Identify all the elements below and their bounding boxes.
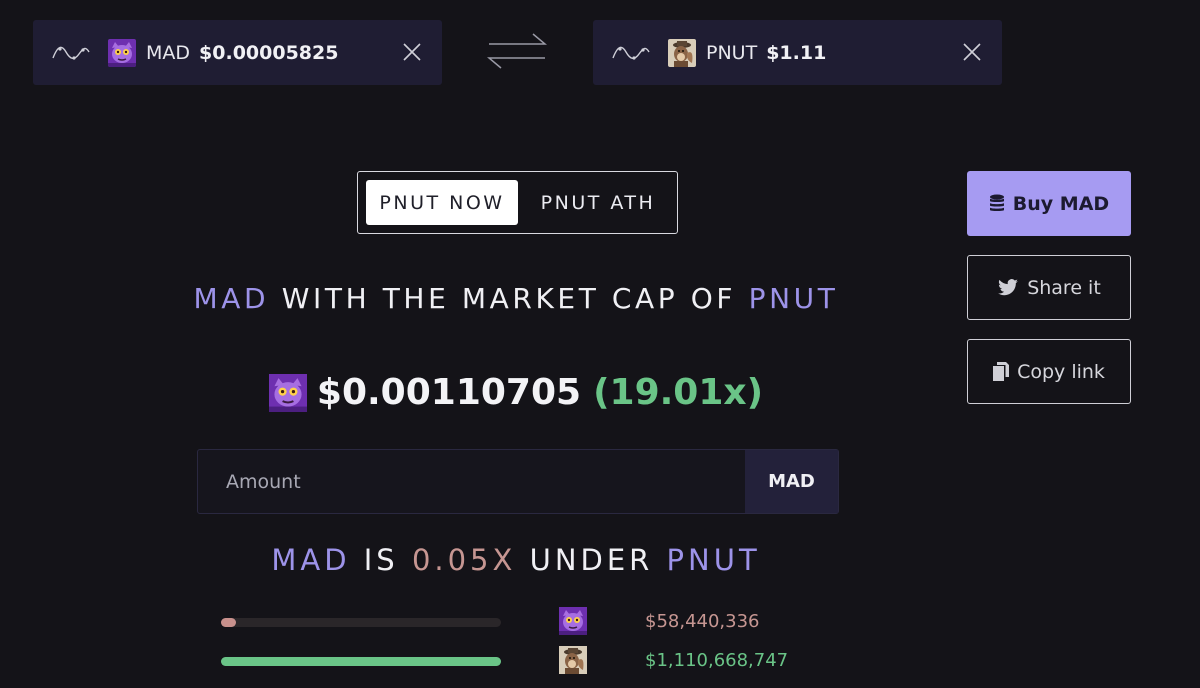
amount-input[interactable]	[198, 450, 745, 513]
comparison-is: IS	[363, 543, 399, 577]
tab-pnut-ath[interactable]: PNUT ATH	[526, 180, 670, 225]
market-cap-bar-track	[221, 618, 501, 627]
token-b-price: $1.11	[766, 41, 827, 64]
headline-token-a: MAD	[193, 282, 270, 315]
market-cap-value-mad: $58,440,336	[645, 611, 760, 632]
swap-arrows-icon[interactable]	[487, 32, 547, 70]
market-cap-value-pnut: $1,110,668,747	[645, 650, 789, 671]
tab-pnut-now[interactable]: PNUT NOW	[366, 180, 518, 225]
market-cap-bar-mad	[221, 618, 236, 627]
comparison-summary: MAD IS 0.05X UNDER PNUT	[0, 543, 1032, 577]
pnut-token-avatar	[559, 646, 587, 674]
market-cap-bar-pnut	[221, 657, 501, 666]
token-a-symbol: MAD	[146, 41, 191, 64]
projected-price-value: $0.00110705	[316, 372, 582, 413]
page-headline: MAD WITH THE MARKET CAP OF PNUT	[0, 282, 1032, 315]
market-cap-row-pnut: $1,110,668,747	[221, 646, 821, 676]
token-b-card[interactable]: PNUT $1.11	[593, 20, 1002, 85]
market-cap-bar-track	[221, 657, 501, 666]
mad-token-avatar	[108, 39, 136, 67]
projected-price: $0.00110705 (19.01x)	[0, 372, 1032, 413]
comparison-under: UNDER	[529, 543, 654, 577]
market-cap-mode-toggle: PNUT NOW PNUT ATH	[357, 171, 678, 234]
amount-field: MAD	[197, 449, 839, 514]
mad-token-avatar	[269, 374, 307, 412]
pnut-token-avatar	[668, 39, 696, 67]
projected-multiplier: (19.01x)	[593, 372, 764, 413]
token-a-price: $0.00005825	[199, 41, 339, 64]
comparison-token-b: PNUT	[666, 543, 761, 577]
buy-button[interactable]: Buy MAD	[967, 171, 1131, 236]
headline-token-b: PNUT	[748, 282, 839, 315]
mad-token-avatar	[559, 607, 587, 635]
chart-line-icon[interactable]	[612, 43, 650, 63]
headline-middle: WITH THE MARKET CAP OF	[281, 282, 737, 315]
close-icon[interactable]	[962, 42, 982, 62]
buy-button-label: Buy MAD	[1012, 192, 1110, 215]
close-icon[interactable]	[402, 42, 422, 62]
comparison-token-a: MAD	[271, 543, 351, 577]
market-cap-row-mad: $58,440,336	[221, 607, 821, 637]
token-a-card[interactable]: MAD $0.00005825	[33, 20, 442, 85]
amount-unit: MAD	[745, 450, 838, 513]
chart-line-icon[interactable]	[52, 43, 90, 63]
comparison-factor: 0.05X	[411, 543, 517, 577]
token-b-symbol: PNUT	[706, 41, 758, 64]
coins-icon	[989, 194, 1004, 211]
share-button-label: Share it	[1027, 276, 1101, 299]
